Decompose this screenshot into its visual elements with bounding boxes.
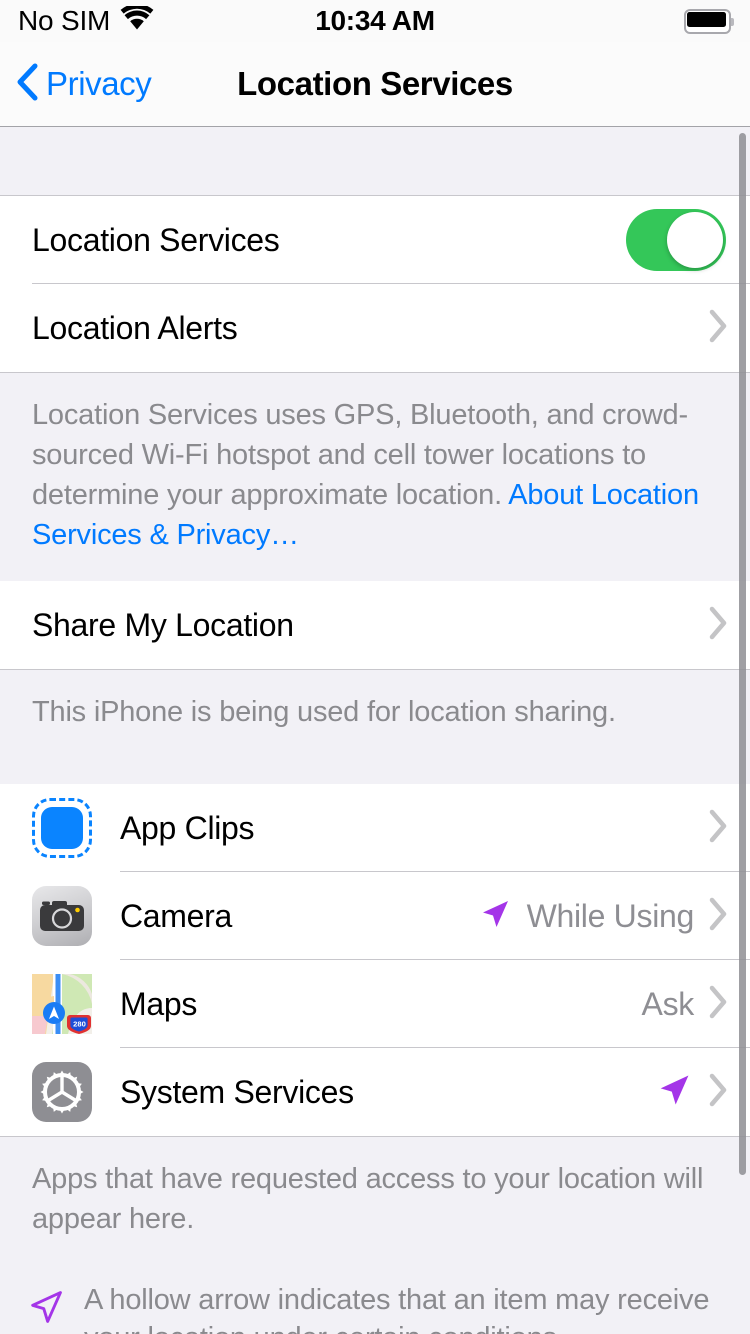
vertical-scrollbar[interactable] <box>739 133 746 1175</box>
row-maps[interactable]: 280 Maps Ask <box>0 960 750 1048</box>
share-location-footer: This iPhone is being used for location s… <box>0 669 750 784</box>
row-camera[interactable]: Camera While Using <box>0 872 750 960</box>
status-bar-right <box>684 0 734 42</box>
row-accessory: Ask <box>642 985 750 1024</box>
toggle-knob <box>667 212 723 268</box>
location-arrow-filled-icon <box>477 896 513 937</box>
location-services-footer-text: Location Services uses GPS, Bluetooth, a… <box>32 395 718 555</box>
row-label-location-alerts: Location Alerts <box>32 309 238 346</box>
apps-footer: Apps that have requested access to your … <box>0 1136 750 1265</box>
system-services-gear-icon <box>32 1062 92 1122</box>
row-accessory <box>654 1070 750 1115</box>
chevron-right-icon <box>708 309 728 348</box>
share-location-group: Share My Location <box>0 581 750 669</box>
location-services-screen: No SIM 10:34 AM Location Services Privac… <box>0 0 750 1334</box>
location-services-footer: Location Services uses GPS, Bluetooth, a… <box>0 372 750 581</box>
back-button-label: Privacy <box>46 65 152 102</box>
location-services-group: Location Services Location Alerts <box>0 196 750 372</box>
location-services-toggle[interactable] <box>626 209 726 271</box>
back-button[interactable]: Privacy <box>16 63 152 106</box>
legend-item-hollow-arrow: A hollow arrow indicates that an item ma… <box>0 1281 750 1334</box>
chevron-right-icon <box>708 985 728 1024</box>
apps-footer-text: Apps that have requested access to your … <box>32 1163 704 1235</box>
row-label-location-services: Location Services <box>32 221 280 258</box>
legend-text-hollow-arrow: A hollow arrow indicates that an item ma… <box>84 1284 710 1334</box>
row-label-app-clips: App Clips <box>120 809 255 846</box>
row-label-system-services: System Services <box>120 1073 354 1110</box>
row-label-camera: Camera <box>120 897 233 934</box>
share-location-footer-text: This iPhone is being used for location s… <box>32 696 616 728</box>
row-value-camera: While Using <box>526 897 695 934</box>
location-arrow-hollow-icon <box>26 1287 66 1332</box>
svg-text:280: 280 <box>73 1021 86 1029</box>
row-location-services[interactable]: Location Services <box>0 196 750 284</box>
status-bar: No SIM 10:34 AM <box>0 0 750 42</box>
battery-full-icon <box>684 8 734 34</box>
row-label-maps: Maps <box>120 985 198 1022</box>
chevron-right-icon <box>708 809 728 848</box>
clock-label: 10:34 AM <box>315 5 435 36</box>
app-clips-icon <box>32 798 92 858</box>
row-location-alerts[interactable]: Location Alerts <box>0 284 750 372</box>
chevron-right-icon <box>708 1073 728 1112</box>
chevron-right-icon <box>708 897 728 936</box>
row-label-share-my-location: Share My Location <box>32 606 294 643</box>
camera-icon <box>32 886 92 946</box>
maps-icon: 280 <box>32 974 92 1034</box>
row-app-clips[interactable]: App Clips <box>0 784 750 872</box>
chevron-left-icon <box>16 63 38 106</box>
location-arrow-filled-icon <box>654 1070 694 1115</box>
navigation-bar: Location Services Privacy <box>0 42 750 127</box>
chevron-right-icon <box>708 606 728 645</box>
apps-group: App Clips Camera While Using 280 Maps As… <box>0 784 750 1136</box>
row-accessory: While Using <box>477 896 750 937</box>
row-system-services[interactable]: System Services <box>0 1048 750 1136</box>
section-spacer-top <box>0 127 750 196</box>
status-bar-center: 10:34 AM <box>0 0 750 42</box>
settings-scroll-view[interactable]: Location Services Location Alerts Locati… <box>0 127 750 1334</box>
row-share-my-location[interactable]: Share My Location <box>0 581 750 669</box>
row-value-maps: Ask <box>641 985 695 1022</box>
